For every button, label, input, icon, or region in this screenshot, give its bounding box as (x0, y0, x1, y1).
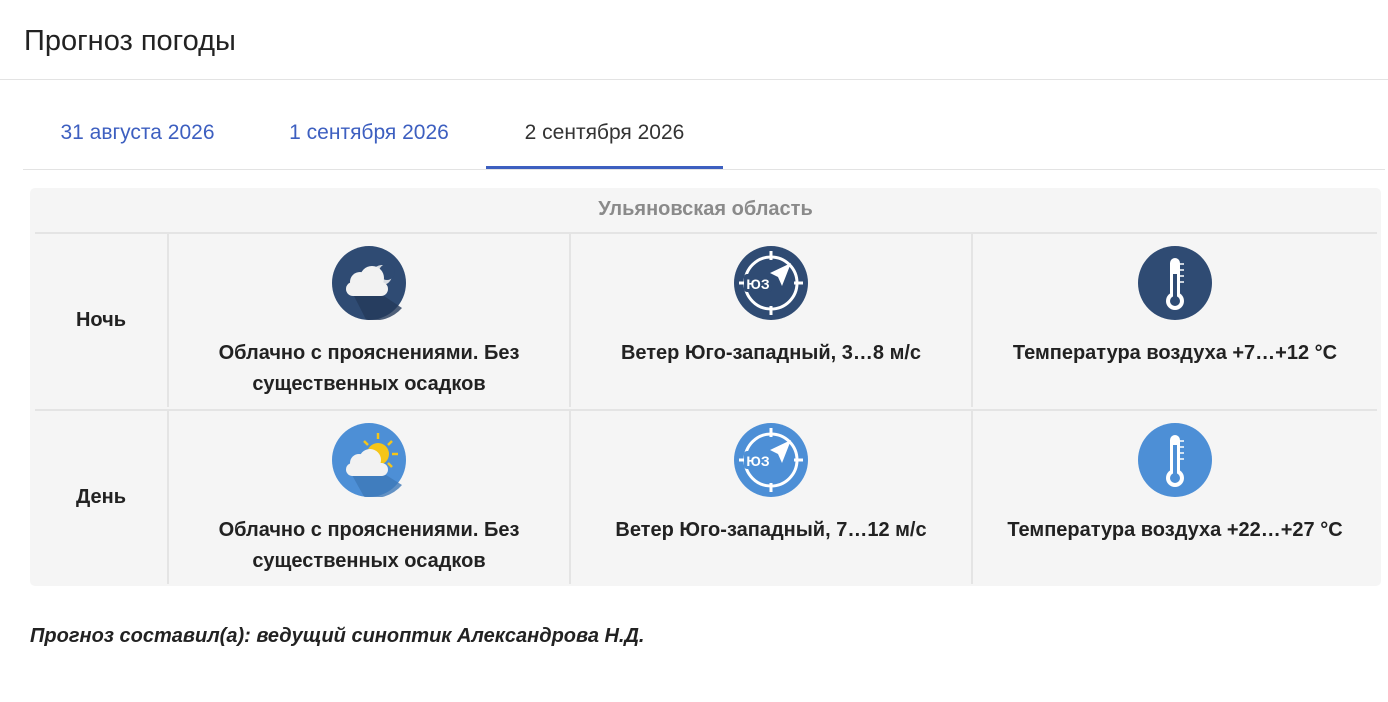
tab-date-3-active[interactable]: 2 сентября 2026 (486, 100, 723, 169)
forecast-row-day: День Облачно с прояснениями. Без существ… (35, 409, 1377, 584)
period-label-night: Ночь (35, 234, 169, 407)
temperature-text-night: Температура воздуха +7…+12 °C (1012, 342, 1338, 364)
forecast-author: Прогноз составил(а): ведущий синоптик Ал… (30, 625, 645, 647)
temperature-cell-night: Температура воздуха +7…+12 °C (973, 234, 1377, 407)
compass-icon: ЮЗ (734, 246, 808, 320)
wind-cell-day: ЮЗ Ветер Юго-западный, 7…12 м/с (571, 411, 973, 584)
region-title: Ульяновская область (598, 198, 813, 220)
compass-icon: ЮЗ (734, 423, 808, 497)
cloud-moon-icon (332, 246, 406, 320)
svg-text:ЮЗ: ЮЗ (746, 276, 769, 292)
cloud-sun-icon (332, 423, 406, 497)
tab-date-2[interactable]: 1 сентября 2026 (252, 100, 486, 169)
sky-text-night: Облачно с прояснениями. Без существенных… (218, 342, 520, 395)
tab-date-1[interactable]: 31 августа 2026 (23, 100, 252, 169)
sky-cell-day: Облачно с прояснениями. Без существенных… (169, 411, 571, 584)
temperature-text-day: Температура воздуха +22…+27 °C (1007, 519, 1343, 541)
sky-text-day: Облачно с прояснениями. Без существенных… (218, 519, 520, 572)
svg-text:ЮЗ: ЮЗ (746, 453, 769, 469)
temperature-cell-day: Температура воздуха +22…+27 °C (973, 411, 1377, 584)
period-label-day: День (35, 411, 169, 584)
sky-cell-night: Облачно с прояснениями. Без существенных… (169, 234, 571, 407)
wind-text-day: Ветер Юго-западный, 7…12 м/с (615, 519, 927, 541)
date-tabs: 31 августа 2026 1 сентября 2026 2 сентяб… (23, 100, 1385, 170)
wind-text-night: Ветер Юго-западный, 3…8 м/с (620, 342, 922, 364)
forecast-panel: Ульяновская область Ночь Облачно с прояс… (30, 188, 1381, 586)
forecast-row-night: Ночь Облачно с прояснениями. Без существ… (35, 232, 1377, 407)
page-title: Прогноз погоды (24, 25, 236, 57)
wind-cell-night: ЮЗ Ветер Юго-западный, 3…8 м/с (571, 234, 973, 407)
thermometer-icon (1138, 423, 1212, 497)
thermometer-icon (1138, 246, 1212, 320)
page-header: Прогноз погоды (0, 0, 1388, 80)
